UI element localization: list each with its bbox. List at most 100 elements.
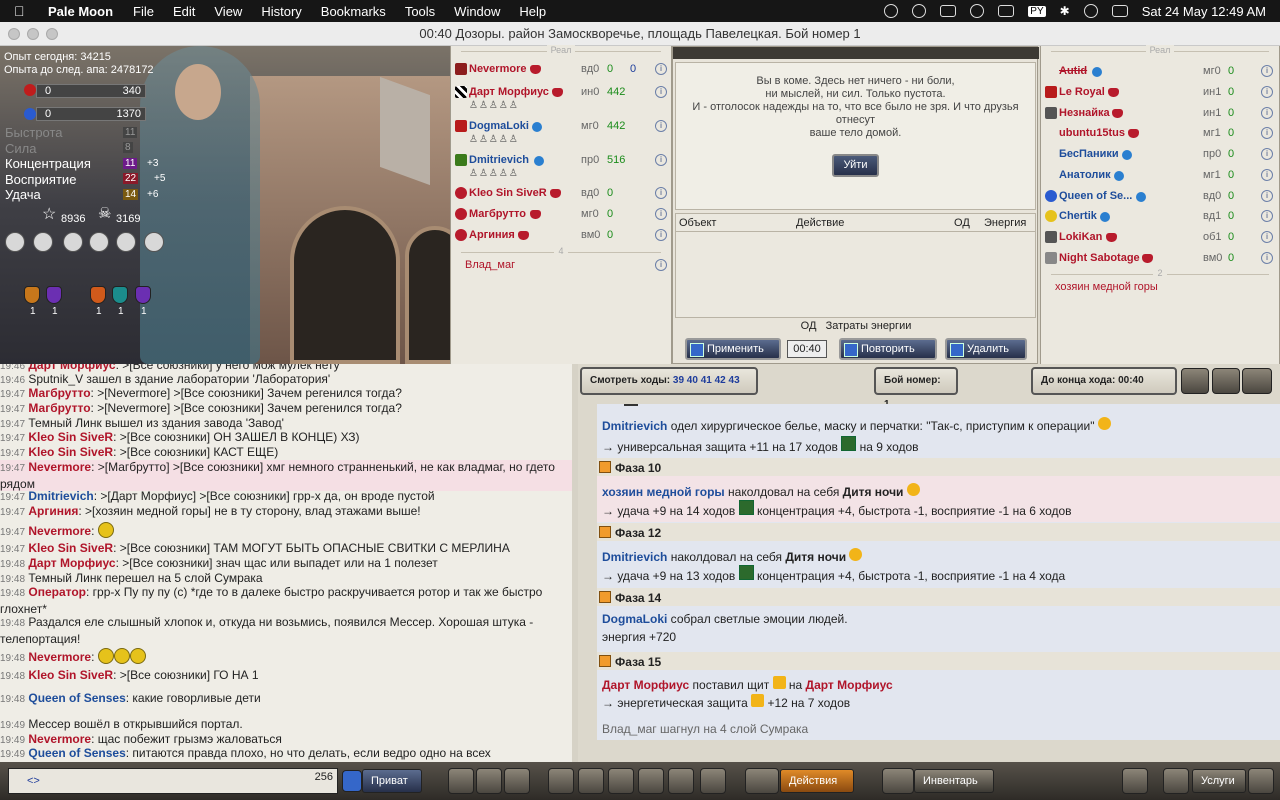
chat-log[interactable]: 19:46 Дарт Морфиус: >[Все союзники] у не…	[0, 364, 576, 762]
team-member-row[interactable]: Kleo Sin SiveR вд0 0 i	[451, 184, 671, 204]
team-ghost-row[interactable]: хозяин медной горы	[1041, 278, 1279, 298]
trophy-icon[interactable]	[144, 232, 164, 252]
services-button[interactable]: Услуги	[1192, 769, 1246, 793]
edit-icon[interactable]	[504, 768, 530, 794]
zoom-window-button[interactable]	[46, 28, 58, 40]
info-icon[interactable]: i	[1261, 252, 1273, 264]
log-target[interactable]: Дарт Морфиус	[806, 678, 893, 692]
bluetooth-icon[interactable]: ✱	[1060, 4, 1070, 18]
menu-help[interactable]: Help	[519, 4, 546, 19]
chat-author[interactable]: Дарт Морфиус	[28, 556, 115, 570]
chat-author[interactable]: Nevermore	[28, 650, 91, 664]
info-icon[interactable]: i	[1261, 231, 1273, 243]
battle-log[interactable]: Dmitrievich одел хирургическое белье, ма…	[597, 404, 1280, 740]
clock-icon[interactable]	[476, 768, 502, 794]
member-name[interactable]: LokiKan	[1059, 231, 1102, 243]
apple-icon[interactable]: 	[14, 3, 32, 19]
group-icon[interactable]	[638, 768, 664, 794]
chat-input[interactable]: <> 256	[8, 768, 338, 794]
team-member-row[interactable]: Аргиния вм0 0 i	[451, 226, 671, 246]
info-icon[interactable]: i	[1261, 65, 1273, 77]
member-name[interactable]: Night Sabotage	[1059, 252, 1140, 264]
scroll-icon[interactable]	[89, 232, 109, 252]
character-icon[interactable]	[5, 232, 25, 252]
team-member-row[interactable]: ubuntu15tus мг1 0 i	[1041, 124, 1279, 144]
info-icon[interactable]: i	[655, 154, 667, 166]
tools-icon[interactable]	[116, 232, 136, 252]
menu-tools[interactable]: Tools	[405, 4, 435, 19]
move-numbers[interactable]: 39 40 41 42 43	[673, 375, 740, 386]
info-icon[interactable]: i	[655, 63, 667, 75]
control-center-icon[interactable]	[1111, 5, 1128, 17]
log-actor[interactable]: хозяин медной горы	[602, 485, 725, 499]
bag-icon[interactable]	[882, 768, 914, 794]
magic-icon[interactable]	[608, 768, 634, 794]
chat-author[interactable]: Магбрутто	[28, 386, 90, 400]
spell-toolbar[interactable]	[673, 47, 1039, 59]
chat-author[interactable]: Queen of Senses	[28, 691, 125, 705]
actions-button[interactable]: Действия	[780, 769, 854, 793]
team-member-row[interactable]: Дарт Морфиус ♙♙♙♙♙ ин0 442 i	[451, 83, 671, 113]
member-name[interactable]: Le Royal	[1059, 86, 1105, 98]
badge-icon[interactable]	[24, 286, 40, 304]
vpn-icon[interactable]	[912, 4, 927, 18]
menu-edit[interactable]: Edit	[173, 4, 195, 19]
member-name[interactable]: Анатолик	[1059, 169, 1111, 181]
team-member-row[interactable]: Nevermore вд0 0 0 i	[451, 60, 671, 80]
creative-cloud-icon[interactable]	[884, 4, 899, 18]
hourglass-icon[interactable]	[63, 232, 83, 252]
exit-icon[interactable]	[1248, 768, 1274, 794]
info-icon[interactable]: i	[1261, 169, 1273, 181]
badge-icon[interactable]	[112, 286, 128, 304]
member-name[interactable]: Магбрутто	[469, 208, 526, 220]
badge-icon[interactable]	[46, 286, 62, 304]
team-member-row[interactable]: Night Sabotage вм0 0 i	[1041, 249, 1279, 269]
member-name[interactable]: Kleo Sin SiveR	[469, 187, 547, 199]
menubar-clock[interactable]: Sat 24 May 12:49 AM	[1142, 4, 1266, 19]
member-name[interactable]: БесПаники	[1059, 148, 1119, 160]
attack-icon[interactable]	[578, 768, 604, 794]
burst-icon[interactable]	[1163, 768, 1189, 794]
private-button[interactable]: Приват	[362, 769, 422, 793]
member-name[interactable]: Queen of Se...	[1059, 190, 1132, 202]
send-icon[interactable]	[342, 770, 362, 792]
team-member-row[interactable]: DogmaLoki ♙♙♙♙♙ мг0 442 i	[451, 117, 671, 147]
info-icon[interactable]: i	[1261, 148, 1273, 160]
info-icon[interactable]: i	[655, 259, 667, 271]
battery-icon[interactable]	[998, 5, 1015, 17]
repeat-button[interactable]: Повторить	[839, 338, 937, 360]
chat-author[interactable]: Dmitrievich	[28, 489, 93, 503]
team-member-row[interactable]: Dmitrievich ♙♙♙♙♙ пр0 516 i	[451, 151, 671, 181]
inventory-button[interactable]: Инвентарь	[914, 769, 994, 793]
chat-author[interactable]: Kleo Sin SiveR	[28, 445, 113, 459]
info-icon[interactable]: i	[1261, 107, 1273, 119]
team-member-row[interactable]: LokiKan об1 0 i	[1041, 228, 1279, 248]
info-icon[interactable]: i	[655, 208, 667, 220]
info-icon[interactable]: i	[655, 187, 667, 199]
member-name[interactable]: Chertik	[1059, 210, 1097, 222]
info-icon[interactable]: i	[655, 229, 667, 241]
log-actor[interactable]: Dmitrievich	[602, 419, 667, 433]
spark-icon[interactable]	[1122, 768, 1148, 794]
leave-button[interactable]: Уйти	[831, 154, 880, 177]
member-name[interactable]: DogmaLoki	[469, 120, 529, 132]
input-language[interactable]: PY	[1028, 5, 1046, 17]
apply-button[interactable]: Применить	[685, 338, 781, 360]
info-icon[interactable]: i	[655, 120, 667, 132]
team-ghost-row[interactable]: Влад_маг i	[451, 256, 671, 276]
camera-icon[interactable]	[448, 768, 474, 794]
menu-view[interactable]: View	[214, 4, 242, 19]
menu-history[interactable]: History	[261, 4, 301, 19]
wifi-icon[interactable]	[1083, 4, 1098, 18]
info-icon[interactable]: i	[1261, 190, 1273, 202]
team-member-row[interactable]: Незнайка ин1 0 i	[1041, 104, 1279, 124]
books-icon[interactable]	[700, 768, 726, 794]
info-icon[interactable]: i	[1261, 210, 1273, 222]
chat-author[interactable]: Kleo Sin SiveR	[28, 430, 113, 444]
volume-icon[interactable]	[940, 5, 957, 17]
chat-author[interactable]: Оператор	[28, 585, 86, 599]
team-member-row[interactable]: БесПаники пр0 0 i	[1041, 145, 1279, 165]
member-name[interactable]: Влад_маг	[465, 259, 515, 271]
info-icon[interactable]: i	[1261, 86, 1273, 98]
portrait-icon[interactable]	[1181, 368, 1209, 394]
